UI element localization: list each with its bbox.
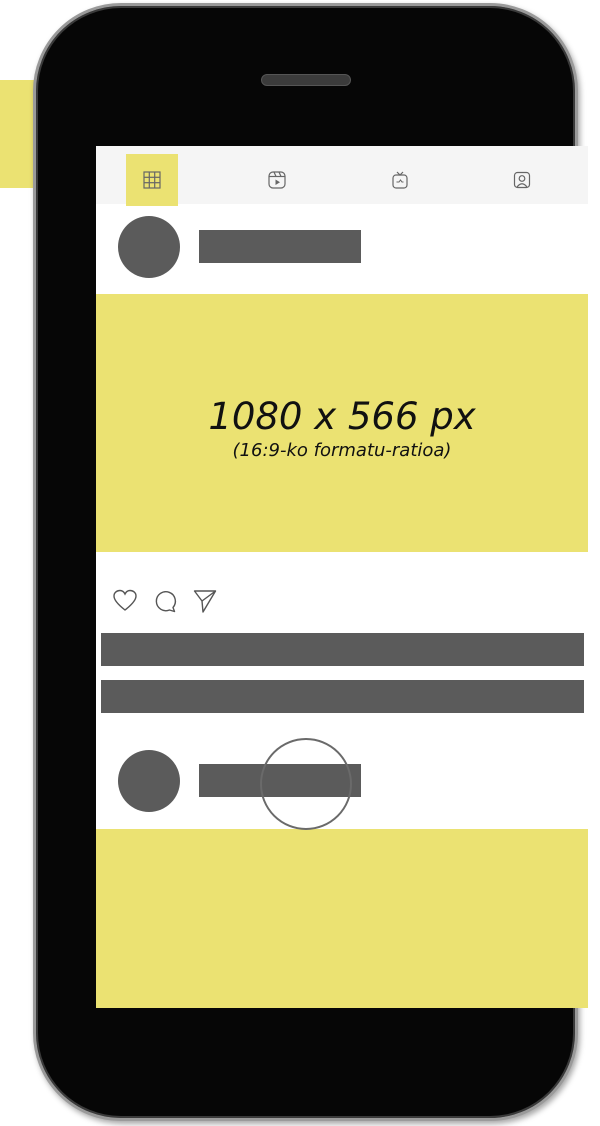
avatar[interactable] — [118, 750, 180, 812]
tagged-icon — [513, 171, 531, 189]
grid-icon — [143, 171, 161, 189]
post-header — [96, 216, 588, 296]
comment-icon[interactable] — [152, 588, 178, 614]
phone-screen: 1080 x 566 px (16:9-ko formatu-ratioa) — [96, 146, 588, 1008]
post-actions — [112, 586, 218, 616]
tab-tagged[interactable] — [496, 154, 548, 206]
post-image-placeholder[interactable]: 1080 x 566 px (16:9-ko formatu-ratioa) — [96, 294, 588, 552]
avatar[interactable] — [118, 216, 180, 278]
caption-placeholder-line-1 — [101, 633, 584, 666]
tab-reels[interactable] — [251, 154, 303, 206]
home-button[interactable] — [260, 738, 352, 830]
username-placeholder[interactable] — [199, 230, 361, 263]
tab-grid[interactable] — [126, 154, 178, 206]
reels-icon — [268, 171, 286, 189]
tab-igtv[interactable] — [374, 154, 426, 206]
aspect-ratio-label: (16:9-ko formatu-ratioa) — [232, 440, 452, 461]
heart-icon[interactable] — [112, 589, 138, 613]
share-icon[interactable] — [192, 588, 218, 614]
speaker-grille — [261, 74, 351, 86]
phone-frame: 1080 x 566 px (16:9-ko formatu-ratioa) — [33, 3, 588, 1121]
caption-placeholder-line-2 — [101, 680, 584, 713]
profile-tab-bar — [96, 146, 588, 206]
side-accent-tab — [0, 80, 36, 188]
post-image-placeholder[interactable] — [96, 829, 588, 1008]
image-dimensions-label: 1080 x 566 px — [208, 395, 476, 438]
igtv-icon — [392, 171, 408, 189]
